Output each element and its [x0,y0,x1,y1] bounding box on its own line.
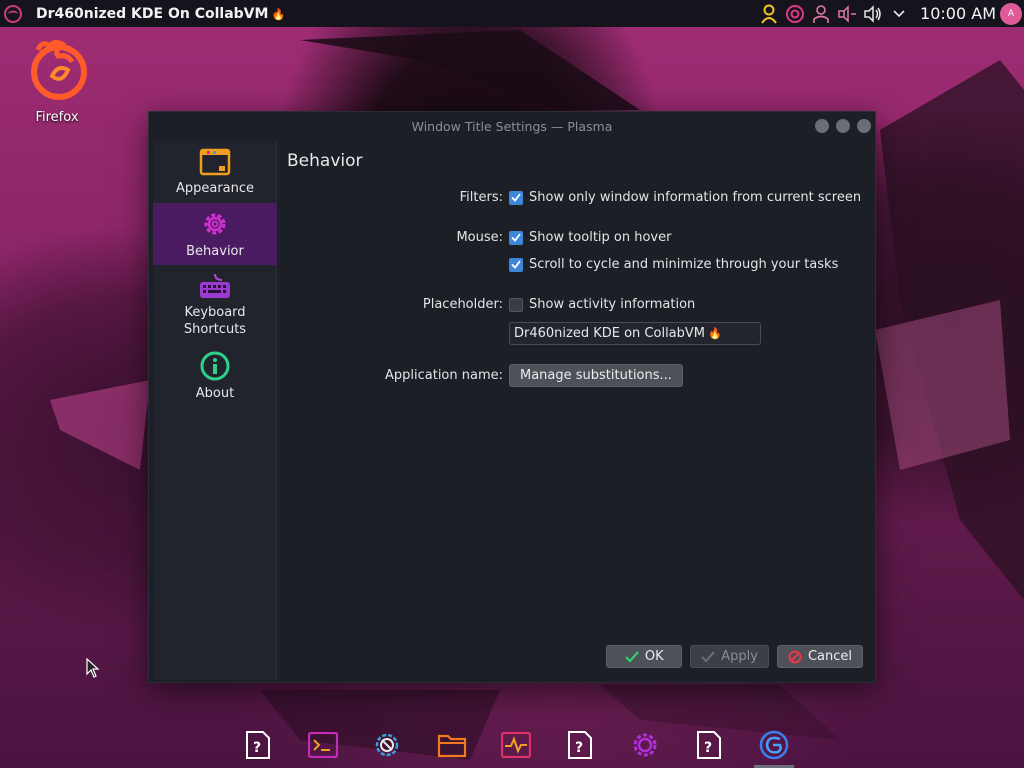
placeholder-text-field[interactable]: Dr460nized KDE on CollabVM 🔥 [509,322,761,345]
tooltip-checkbox[interactable] [509,230,523,245]
appname-row: Application name: Manage substitutions..… [287,364,683,387]
mouse-row: Mouse: Show tooltip on hover [287,230,671,245]
checkmark-icon [511,233,521,242]
placeholder-field-row: Dr460nized KDE on CollabVM 🔥 [287,322,761,345]
category-sidebar: Appearance Behavior Keyboard Shortcuts A… [153,141,277,680]
dragon-logo-icon [4,4,22,23]
avatar[interactable]: A [1000,2,1022,25]
top-panel: Dr460nized KDE On CollabVM 🔥 10:00 AM A [0,0,1024,27]
sidebar-item-label: Appearance [175,180,255,196]
garuda-assistant-icon[interactable] [782,0,808,27]
folder-icon [437,734,466,758]
task-unknown-app-1[interactable]: ? [226,722,290,768]
system-tray: 10:00 AM A [756,0,1024,27]
flame-glyph: 🔥 [708,327,722,340]
filters-option-label[interactable]: Show only window information from curren… [529,190,861,205]
apply-button[interactable]: Apply [690,645,769,668]
application-launcher[interactable] [0,0,26,27]
appname-label: Application name: [384,368,503,383]
placeholder-label: Placeholder: [422,297,503,312]
window-titlebar[interactable]: Window Title Settings — Plasma [149,112,875,140]
filters-row: Filters: Show only window information fr… [287,190,861,205]
settings-icon [633,733,657,757]
checkmark-icon [511,260,521,269]
flame-glyph: 🔥 [271,7,286,21]
tooltip-option-label[interactable]: Show tooltip on hover [529,230,671,245]
activity-checkbox[interactable] [509,297,523,312]
appearance-icon [199,148,231,175]
behavior-page: Behavior Filters: Show only window infor… [287,141,873,680]
maximize-button[interactable] [836,119,850,133]
firefox-icon [31,39,87,100]
network-icon [375,733,399,757]
close-button[interactable] [857,119,871,133]
konsole-icon [307,732,338,758]
system-monitor-icon [500,732,531,758]
manage-substitutions-button[interactable]: Manage substitutions... [509,364,683,387]
task-settings[interactable] [613,722,677,768]
cancel-icon [788,650,802,663]
volume-icon[interactable] [860,0,886,27]
cancel-button[interactable]: Cancel [776,645,863,668]
scroll-checkbox[interactable] [509,257,523,272]
chevron-down-icon[interactable] [886,0,912,27]
person-icon[interactable] [808,0,834,27]
filters-checkbox[interactable] [509,190,523,205]
sidebar-item-appearance[interactable]: Appearance [153,141,277,203]
taskbar: ? ? ? [226,722,806,768]
gear-icon [204,213,226,234]
keyboard-icon [200,273,230,298]
task-unknown-app-3[interactable]: ? [677,722,741,768]
svg-text:?: ? [253,740,261,756]
mouse-label: Mouse: [456,230,503,245]
unknown-app-icon: ? [568,731,593,759]
user-icon[interactable] [756,0,782,27]
sidebar-item-label: About [195,385,235,401]
activity-option-label[interactable]: Show activity information [529,297,695,312]
task-garuda[interactable] [742,722,806,768]
minimize-button[interactable] [815,119,829,133]
unknown-app-icon: ? [246,731,271,759]
checkmark-icon [511,193,521,202]
task-system-monitor[interactable] [484,722,548,768]
garuda-icon [759,730,788,760]
audio-mixer-icon[interactable] [834,0,860,27]
desktop-icon-label: Firefox [35,110,79,125]
scroll-row: Scroll to cycle and minimize through you… [287,257,838,272]
svg-text:?: ? [575,740,583,756]
sidebar-item-label: Keyboard Shortcuts [183,305,247,337]
task-dolphin[interactable] [419,722,483,768]
window-title: Window Title Settings — Plasma [411,118,613,134]
ok-button[interactable]: OK [606,645,683,668]
sidebar-item-keyboard-shortcuts[interactable]: Keyboard Shortcuts [153,265,277,345]
task-unknown-app-2[interactable]: ? [548,722,612,768]
page-title: Behavior [287,151,363,171]
sidebar-item-about[interactable]: About [153,345,277,407]
sidebar-item-behavior[interactable]: Behavior [153,203,277,265]
clock[interactable]: 10:00 AM [920,4,996,23]
checkmark-icon [701,650,716,663]
active-window-title: Dr460nized KDE On CollabVM 🔥 [36,5,286,22]
svg-text:?: ? [704,740,712,756]
placeholder-row: Placeholder: Show activity information [287,297,695,312]
task-network[interactable] [355,722,419,768]
dialog-buttons: OK Apply Cancel [606,645,863,668]
scroll-option-label[interactable]: Scroll to cycle and minimize through you… [529,257,838,272]
filters-label: Filters: [459,190,503,205]
task-konsole[interactable] [290,722,354,768]
mouse-cursor-icon [86,658,100,678]
info-icon [200,351,230,380]
checkmark-icon [625,650,639,663]
unknown-app-icon: ? [697,731,722,759]
desktop-icon-firefox[interactable]: Firefox [20,36,94,125]
settings-window: Window Title Settings — Plasma Appearanc… [148,111,876,683]
sidebar-item-label: Behavior [186,243,244,259]
